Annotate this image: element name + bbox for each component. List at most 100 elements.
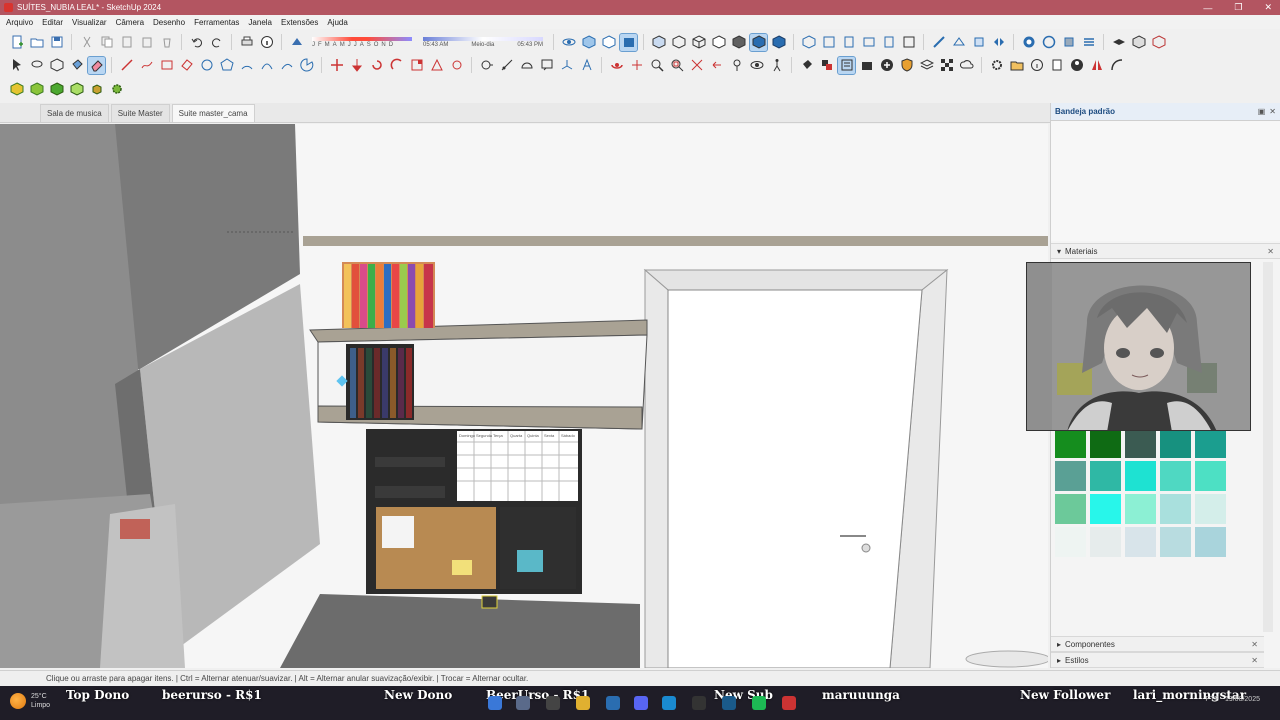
back-edges-style-icon[interactable] — [670, 34, 687, 51]
layer-diamond-icon[interactable] — [1110, 34, 1127, 51]
cube-outline-icon[interactable] — [68, 81, 85, 98]
pie-icon[interactable] — [298, 57, 315, 74]
new-file-icon[interactable] — [8, 34, 25, 51]
section-fill-icon[interactable] — [990, 34, 1007, 51]
front-view-icon[interactable] — [619, 32, 638, 52]
material-swatch[interactable] — [1125, 527, 1156, 557]
month-slider-bar[interactable] — [312, 36, 412, 41]
solid-tools-icon[interactable] — [818, 57, 835, 74]
windows-start-icon[interactable] — [488, 696, 502, 710]
material-swatch[interactable] — [1195, 494, 1226, 524]
menu-visualizar[interactable]: Visualizar — [72, 18, 107, 27]
menu-ajuda[interactable]: Ajuda — [327, 18, 347, 27]
3d-scene[interactable]: Domingo Segunda Terça Quarta Quinta Sext… — [0, 124, 1048, 668]
section-plane-icon[interactable] — [930, 34, 947, 51]
material-swatch[interactable] — [1160, 428, 1191, 458]
arc-icon[interactable] — [238, 57, 255, 74]
warehouse-icon[interactable] — [1020, 34, 1037, 51]
materials-panel-header[interactable]: ▾ Materiais ✕ — [1051, 243, 1280, 259]
share-model-icon[interactable] — [1040, 34, 1057, 51]
view-back-icon[interactable] — [860, 34, 877, 51]
info-circle-icon[interactable] — [1028, 57, 1045, 74]
circle-icon[interactable] — [198, 57, 215, 74]
tray-close-icon[interactable]: ✕ — [1269, 107, 1276, 116]
zoom-window-icon[interactable] — [668, 57, 685, 74]
three-point-arc-icon[interactable] — [278, 57, 295, 74]
two-point-arc-icon[interactable] — [258, 57, 275, 74]
erase-icon[interactable] — [138, 34, 155, 51]
styles-panel-header[interactable]: ▸ Estilos ✕ — [1051, 652, 1264, 668]
pan-icon[interactable] — [628, 57, 645, 74]
folder-taskbar-icon[interactable] — [576, 696, 590, 710]
material-swatch[interactable] — [1090, 527, 1121, 557]
rotate-icon[interactable] — [368, 57, 385, 74]
follow-me-icon[interactable] — [388, 57, 405, 74]
delete-icon[interactable] — [158, 34, 175, 51]
material-swatch[interactable] — [1195, 527, 1226, 557]
spotify-taskbar-icon[interactable] — [752, 696, 766, 710]
material-swatch[interactable] — [1090, 494, 1121, 524]
door-panel[interactable] — [667, 289, 923, 668]
tab-sala-de-musica[interactable]: Sala de musica — [40, 104, 109, 122]
menu-arquivo[interactable]: Arquivo — [6, 18, 33, 27]
cube-green-icon[interactable] — [28, 81, 45, 98]
cube-solid-icon[interactable] — [48, 81, 65, 98]
material-swatch[interactable] — [1055, 494, 1086, 524]
close-button[interactable]: ✕ — [1264, 2, 1272, 13]
panel-close-icon[interactable]: ✕ — [1267, 247, 1274, 256]
shadow-date-slider[interactable]: J F M A M J J A S O N D — [312, 36, 412, 48]
pencil-line-icon[interactable] — [118, 57, 135, 74]
rectangle-icon[interactable] — [158, 57, 175, 74]
material-swatch[interactable] — [1090, 428, 1121, 458]
extension-warehouse-icon[interactable] — [1060, 34, 1077, 51]
material-swatch[interactable] — [1160, 461, 1191, 491]
print-icon[interactable] — [238, 34, 255, 51]
component-icon[interactable] — [48, 57, 65, 74]
time-slider-bar[interactable] — [423, 36, 543, 41]
settings-gear-icon[interactable] — [988, 57, 1005, 74]
iso-view-icon[interactable] — [580, 34, 597, 51]
menu-camera[interactable]: Câmera — [116, 18, 144, 27]
cut-icon[interactable] — [78, 34, 95, 51]
store-taskbar-icon[interactable] — [606, 696, 620, 710]
view-front-icon[interactable] — [820, 34, 837, 51]
gear-green-icon[interactable] — [108, 81, 125, 98]
material-swatch[interactable] — [1055, 461, 1086, 491]
paste-icon[interactable] — [118, 34, 135, 51]
model-info-icon[interactable] — [258, 34, 275, 51]
tape-measure-icon[interactable] — [478, 57, 495, 74]
menu-ferramentas[interactable]: Ferramentas — [194, 18, 239, 27]
user-account-icon[interactable] — [1068, 57, 1085, 74]
view-right-icon[interactable] — [840, 34, 857, 51]
view-iso-icon[interactable] — [800, 34, 817, 51]
material-swatch[interactable] — [1125, 494, 1156, 524]
panel-close-icon[interactable]: ✕ — [1251, 656, 1258, 665]
scale-icon[interactable] — [408, 57, 425, 74]
model-viewport[interactable]: Domingo Segunda Terça Quarta Quinta Sext… — [0, 124, 1048, 668]
lasso-icon[interactable] — [28, 57, 45, 74]
hidden-line-style-icon[interactable] — [710, 34, 727, 51]
offset-icon[interactable] — [428, 57, 445, 74]
maximize-button[interactable]: ❐ — [1234, 2, 1242, 13]
flip-icon[interactable] — [448, 57, 465, 74]
shaded-style-icon[interactable] — [730, 34, 747, 51]
3d-text-icon[interactable] — [578, 57, 595, 74]
menu-editar[interactable]: Editar — [42, 18, 63, 27]
walk-icon[interactable] — [768, 57, 785, 74]
paint-bucket-icon[interactable] — [68, 57, 85, 74]
material-swatch[interactable] — [1055, 428, 1086, 458]
box-view-icon[interactable] — [1130, 34, 1147, 51]
language-indicator[interactable]: PTB — [1205, 696, 1219, 703]
axes-icon[interactable] — [558, 57, 575, 74]
tab-suite-master[interactable]: Suite Master — [110, 104, 170, 122]
shield-icon[interactable] — [898, 57, 915, 74]
monochrome-style-icon[interactable] — [770, 34, 787, 51]
freehand-icon[interactable] — [138, 57, 155, 74]
material-swatch[interactable] — [1195, 461, 1226, 491]
clock-date[interactable]: 19/08/2025 — [1225, 696, 1260, 703]
open-folder-icon[interactable] — [28, 34, 45, 51]
components-panel-header[interactable]: ▸ Componentes ✕ — [1051, 636, 1264, 652]
obs-taskbar-icon[interactable] — [692, 696, 706, 710]
cube-stack-icon[interactable] — [88, 81, 105, 98]
view-left-icon[interactable] — [880, 34, 897, 51]
